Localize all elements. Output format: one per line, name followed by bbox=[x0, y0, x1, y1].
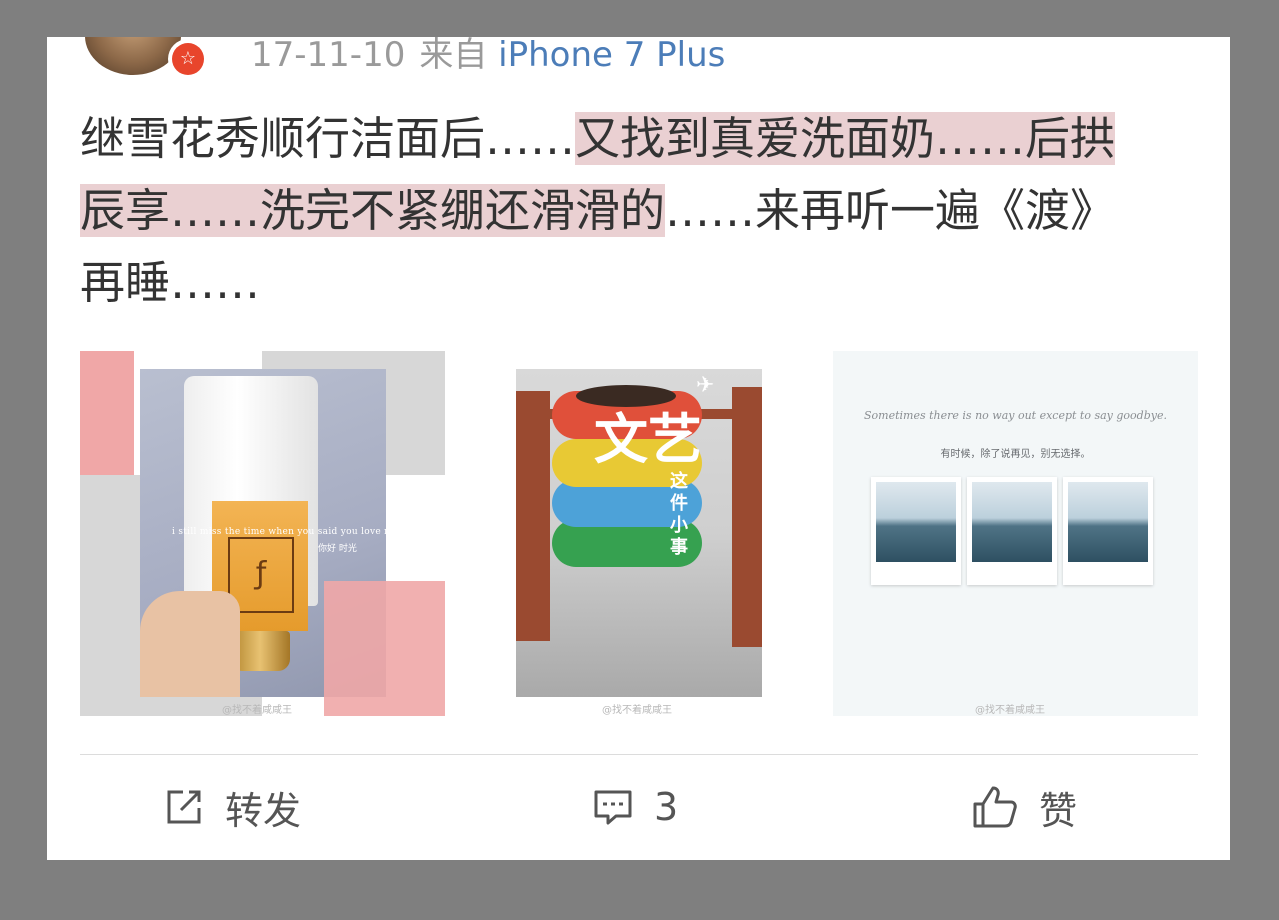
post-text-part: ……来再听一遍《渡》 bbox=[665, 184, 1116, 237]
hand bbox=[140, 591, 240, 697]
decor-block bbox=[80, 351, 134, 475]
image-title: 文艺 bbox=[594, 407, 702, 471]
post-text-part: 继雪花秀顺行洁面后 bbox=[80, 112, 486, 165]
post-meta: 17-11-10 来自 iPhone 7 Plus bbox=[251, 37, 725, 75]
polaroid-photo bbox=[871, 477, 961, 585]
comment-count: 3 bbox=[654, 785, 679, 829]
like-button[interactable]: 赞 bbox=[971, 779, 1077, 835]
post-text-part: 再睡…… bbox=[80, 256, 261, 309]
verified-badge-icon: ☆ bbox=[168, 39, 208, 79]
post-text-part: …… bbox=[485, 112, 576, 165]
post-text: 继雪花秀顺行洁面后……又找到真爱洗面奶……后拱辰享……洗完不紧绷还滑滑的……来再… bbox=[80, 103, 1220, 319]
weibo-post-card: ☆ 17-11-10 来自 iPhone 7 Plus 继雪花秀顺行洁面后……又找… bbox=[47, 37, 1230, 860]
highlighted-text: 辰享……洗完不紧绷还滑滑的 bbox=[80, 184, 666, 237]
image-quote-zh: 有时候，除了说再见，别无选择。 bbox=[940, 449, 1091, 460]
highlighted-text: 又找到真爱洗面奶……后拱 bbox=[575, 112, 1116, 165]
post-date: 17-11-10 bbox=[251, 37, 406, 75]
source-prefix: 来自 bbox=[419, 37, 488, 75]
repost-label: 转发 bbox=[225, 788, 302, 833]
avatar[interactable] bbox=[85, 37, 181, 75]
post-image-1[interactable]: ƒ i still miss the time when you said yo… bbox=[80, 351, 445, 716]
repost-button[interactable]: 转发 bbox=[163, 779, 301, 835]
like-label: 赞 bbox=[1039, 788, 1078, 833]
watermark: @找不着咸咸王 bbox=[222, 705, 292, 716]
image-vertical-text: 这件小事 bbox=[670, 471, 688, 558]
repost-icon bbox=[167, 790, 201, 824]
post-image-2[interactable]: ✈ 文艺 这件小事 @找不着咸咸王 bbox=[456, 351, 821, 716]
decor-block bbox=[324, 581, 445, 716]
watermark: @找不着咸咸王 bbox=[602, 705, 672, 716]
fence-right bbox=[732, 387, 762, 647]
post-image-3[interactable]: Sometimes there is no way out except to … bbox=[833, 351, 1198, 716]
polaroid-photo bbox=[1063, 477, 1153, 585]
watermark: @找不着咸咸王 bbox=[975, 705, 1045, 716]
comment-button[interactable]: 3 bbox=[592, 779, 678, 835]
device-link[interactable]: iPhone 7 Plus bbox=[498, 37, 725, 75]
polaroid-photo bbox=[967, 477, 1057, 585]
thumbs-up-icon bbox=[973, 786, 1017, 828]
fence-left bbox=[516, 391, 550, 641]
divider bbox=[80, 754, 1198, 755]
image-caption: i still miss the time when you said you … bbox=[172, 527, 399, 537]
image-caption-right: 你好 时光 bbox=[318, 544, 357, 554]
comment-icon bbox=[594, 790, 632, 825]
image-quote-en: Sometimes there is no way out except to … bbox=[864, 409, 1167, 422]
